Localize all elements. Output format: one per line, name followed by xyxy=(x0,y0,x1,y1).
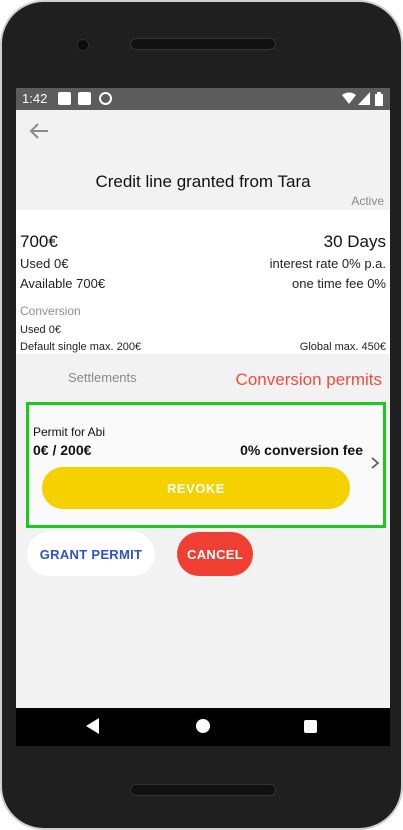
permit-amount: 0€ / 200€ xyxy=(33,442,92,458)
screen: 1:42 Credit line granted from Tara Activ… xyxy=(16,88,390,746)
nav-recent-icon[interactable] xyxy=(304,720,317,733)
chevron-right-icon[interactable] xyxy=(369,455,381,471)
front-camera xyxy=(78,40,88,50)
interest-rate: interest rate 0% p.a. xyxy=(269,256,386,271)
cancel-button[interactable]: CANCEL xyxy=(177,532,253,576)
conversion-label: Conversion xyxy=(20,304,81,318)
page-title: Credit line granted from Tara xyxy=(95,172,311,191)
grant-permit-button[interactable]: GRANT PERMIT xyxy=(27,532,155,576)
permit-fee: 0% conversion fee xyxy=(240,442,363,458)
tab-conversion-permits[interactable]: Conversion permits xyxy=(236,370,382,390)
cell-signal-icon xyxy=(358,92,370,105)
credit-amount: 700€ xyxy=(20,232,58,251)
global-max: Global max. 450€ xyxy=(299,341,386,353)
revoke-button[interactable]: REVOKE xyxy=(42,467,350,509)
nav-back-icon[interactable] xyxy=(86,718,100,734)
notification-icon xyxy=(78,92,91,105)
bottom-speaker xyxy=(130,784,276,796)
sync-icon xyxy=(99,92,112,105)
nav-home-icon[interactable] xyxy=(196,719,210,733)
back-arrow-icon[interactable] xyxy=(28,120,50,142)
available-amount: Available 700€ xyxy=(20,276,106,291)
one-time-fee: one time fee 0% xyxy=(292,276,386,291)
notification-icon xyxy=(58,92,71,105)
status-time: 1:42 xyxy=(22,91,48,106)
wifi-icon xyxy=(342,92,356,104)
permit-recipient: Permit for Abi xyxy=(33,425,106,439)
conversion-used: Used 0€ xyxy=(20,324,61,336)
status-badge: Active xyxy=(351,194,384,208)
permit-card[interactable]: Permit for Abi 0€ / 200€ 0% conversion f… xyxy=(26,402,386,528)
battery-icon xyxy=(375,92,383,106)
earpiece-speaker xyxy=(130,38,276,50)
default-single-max: Default single max. 200€ xyxy=(20,341,142,353)
credit-summary-card: 700€ 30 Days Used 0€ interest rate 0% p.… xyxy=(16,210,390,354)
tab-settlements[interactable]: Settlements xyxy=(68,370,137,385)
android-nav-bar xyxy=(16,708,390,746)
credit-duration: 30 Days xyxy=(323,232,386,251)
status-bar: 1:42 xyxy=(16,88,390,110)
used-amount: Used 0€ xyxy=(20,256,69,271)
phone-frame: 1:42 Credit line granted from Tara Activ… xyxy=(0,0,403,830)
